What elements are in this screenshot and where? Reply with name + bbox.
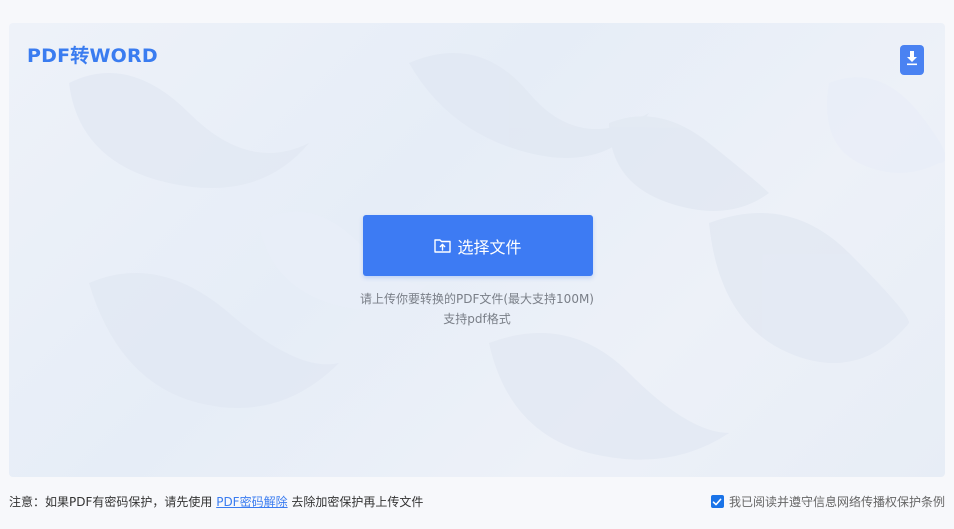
select-file-button[interactable]: 选择文件 <box>363 215 593 276</box>
agreement: 我已阅读并遵守信息网络传播权保护条例 <box>710 493 945 510</box>
upload-hint: 请上传你要转换的PDF文件(最大支持100M) <box>359 292 594 306</box>
agreement-label[interactable]: 我已阅读并遵守信息网络传播权保护条例 <box>729 493 945 510</box>
select-file-label: 选择文件 <box>457 237 522 257</box>
checkbox-checked-icon <box>713 498 722 505</box>
password-notice: 注意：如果PDF有密码保护，请先使用 PDF密码解除 去除加密保护再上传文件 <box>9 493 423 510</box>
page-title: PDF转WORD <box>27 45 158 67</box>
notice-suffix: 去除加密保护再上传文件 <box>287 495 424 509</box>
folder-upload-icon <box>434 238 452 253</box>
footer: 注意：如果PDF有密码保护，请先使用 PDF密码解除 去除加密保护再上传文件 我… <box>9 493 945 511</box>
format-hint: 支持pdf格式 <box>443 312 511 326</box>
download-button[interactable] <box>900 45 924 75</box>
notice-prefix: 注意：如果PDF有密码保护，请先使用 <box>9 495 217 509</box>
converter-panel: PDF转WORD 选择文件 请上传你要转换的PDF文件(最大支持100M) 支持… <box>9 23 945 477</box>
download-icon <box>905 50 919 70</box>
agreement-checkbox[interactable] <box>710 495 724 508</box>
pdf-password-remove-link[interactable]: PDF密码解除 <box>216 495 287 509</box>
